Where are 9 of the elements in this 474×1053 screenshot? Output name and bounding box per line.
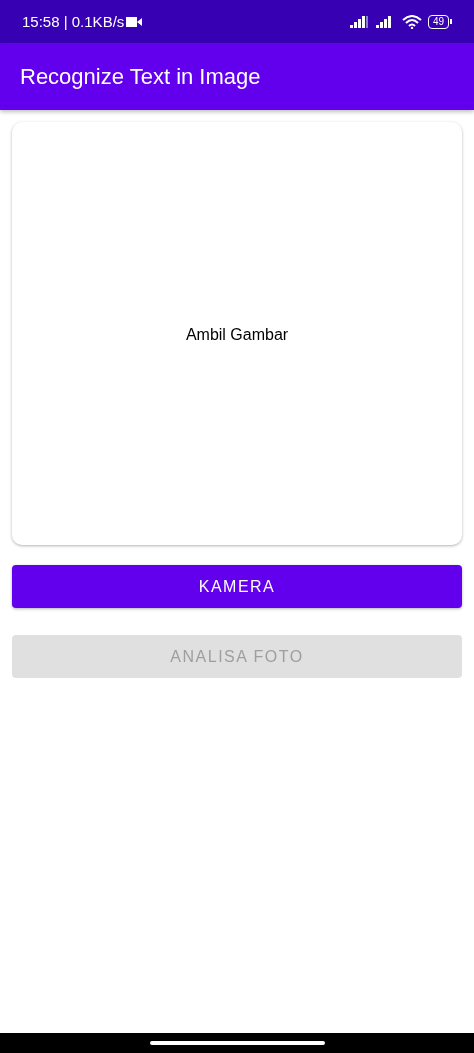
action-button[interactable]: KAMERA bbox=[12, 565, 462, 608]
home-handle[interactable] bbox=[149, 1041, 325, 1045]
video-camera-icon bbox=[126, 16, 143, 27]
status-text: 15:58 | 0.1KB/s bbox=[22, 13, 125, 30]
image-card[interactable]: Ambil Gambar bbox=[12, 122, 462, 545]
battery-icon: 49 bbox=[427, 14, 452, 29]
wifi-icon bbox=[401, 14, 422, 29]
app-title: Recognize Text in Image bbox=[20, 63, 261, 90]
signal-icon bbox=[349, 15, 370, 28]
